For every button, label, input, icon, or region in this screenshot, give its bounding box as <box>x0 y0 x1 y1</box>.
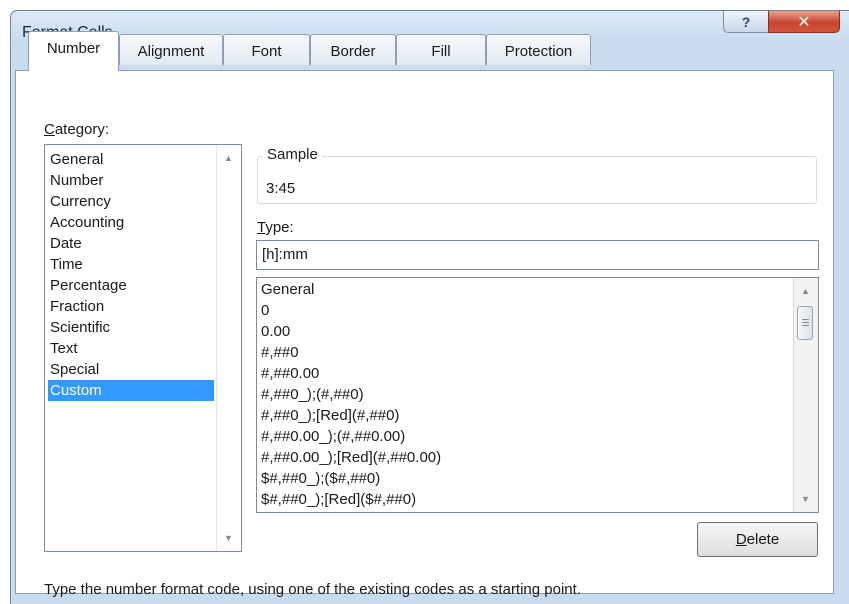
category-item-custom[interactable]: Custom <box>48 380 214 401</box>
category-item-accounting[interactable]: Accounting <box>48 212 124 233</box>
grip-line <box>802 319 809 320</box>
grip-line <box>802 325 809 326</box>
tab-label: Font <box>251 43 282 60</box>
tab-label: Fill <box>431 43 451 60</box>
help-button[interactable]: ? <box>723 11 769 33</box>
type-list-item[interactable]: 0.00 <box>261 321 290 342</box>
category-item-fraction[interactable]: Fraction <box>48 296 104 317</box>
type-list-item[interactable]: #,##0.00_);(#,##0.00) <box>261 426 405 447</box>
type-list-item[interactable]: #,##0_);(#,##0) <box>261 384 364 405</box>
category-item-general[interactable]: General <box>48 149 103 170</box>
type-list[interactable]: General 0 0.00 #,##0 #,##0.00 #,##0_);(#… <box>256 277 819 513</box>
tab-label: Number <box>46 40 101 57</box>
sample-value: 3:45 <box>266 180 296 197</box>
tab-label: Alignment <box>137 43 205 60</box>
tab-font[interactable]: Font <box>223 34 310 65</box>
type-list-item[interactable]: $#,##0_);[Red]($#,##0) <box>261 489 416 510</box>
close-button[interactable]: ✕ <box>768 11 840 33</box>
scroll-up-icon[interactable]: ▲ <box>224 153 233 163</box>
sample-group <box>257 156 817 204</box>
type-input[interactable]: [h]:mm <box>256 240 819 270</box>
tab-protection[interactable]: Protection <box>486 34 591 65</box>
question-icon: ? <box>741 13 751 30</box>
type-list-item[interactable]: General <box>261 279 314 300</box>
category-label: Category: <box>44 121 110 138</box>
category-item-special[interactable]: Special <box>48 359 99 380</box>
category-item-number[interactable]: Number <box>48 170 103 191</box>
scroll-thumb[interactable] <box>797 306 813 340</box>
sample-label: Sample <box>263 146 322 163</box>
scroll-down-icon[interactable]: ▼ <box>801 494 810 504</box>
grip-line <box>802 322 809 323</box>
type-scrollbar[interactable]: ▲ ▼ <box>793 278 818 512</box>
category-item-time[interactable]: Time <box>48 254 83 275</box>
type-list-item[interactable]: #,##0_);[Red](#,##0) <box>261 405 399 426</box>
delete-button[interactable]: Delete <box>697 522 818 557</box>
hint-text: Type the number format code, using one o… <box>44 581 581 598</box>
type-label: Type: <box>257 219 294 236</box>
scroll-up-icon[interactable]: ▲ <box>801 286 810 296</box>
tab-label: Border <box>330 43 376 60</box>
category-item-percentage[interactable]: Percentage <box>48 275 127 296</box>
tab-alignment[interactable]: Alignment <box>119 34 223 65</box>
type-list-item[interactable]: #,##0.00_);[Red](#,##0.00) <box>261 447 441 468</box>
tab-border[interactable]: Border <box>310 34 396 65</box>
category-item-text[interactable]: Text <box>48 338 78 359</box>
category-item-date[interactable]: Date <box>48 233 82 254</box>
type-list-item[interactable]: $#,##0_);($#,##0) <box>261 468 380 489</box>
tab-label: Protection <box>504 43 573 60</box>
type-list-item[interactable]: #,##0 <box>261 342 299 363</box>
tab-fill[interactable]: Fill <box>396 34 486 65</box>
tab-number[interactable]: Number <box>28 31 119 71</box>
category-scrollbar[interactable]: ▲ ▼ <box>216 145 241 551</box>
category-item-currency[interactable]: Currency <box>48 191 111 212</box>
close-icon: ✕ <box>797 13 811 31</box>
scroll-down-icon[interactable]: ▼ <box>224 533 233 543</box>
type-list-item[interactable]: 0 <box>261 300 269 321</box>
category-list[interactable]: General Number Currency Accounting Date … <box>44 144 242 552</box>
type-list-item[interactable]: #,##0.00 <box>261 363 319 384</box>
category-item-scientific[interactable]: Scientific <box>48 317 110 338</box>
